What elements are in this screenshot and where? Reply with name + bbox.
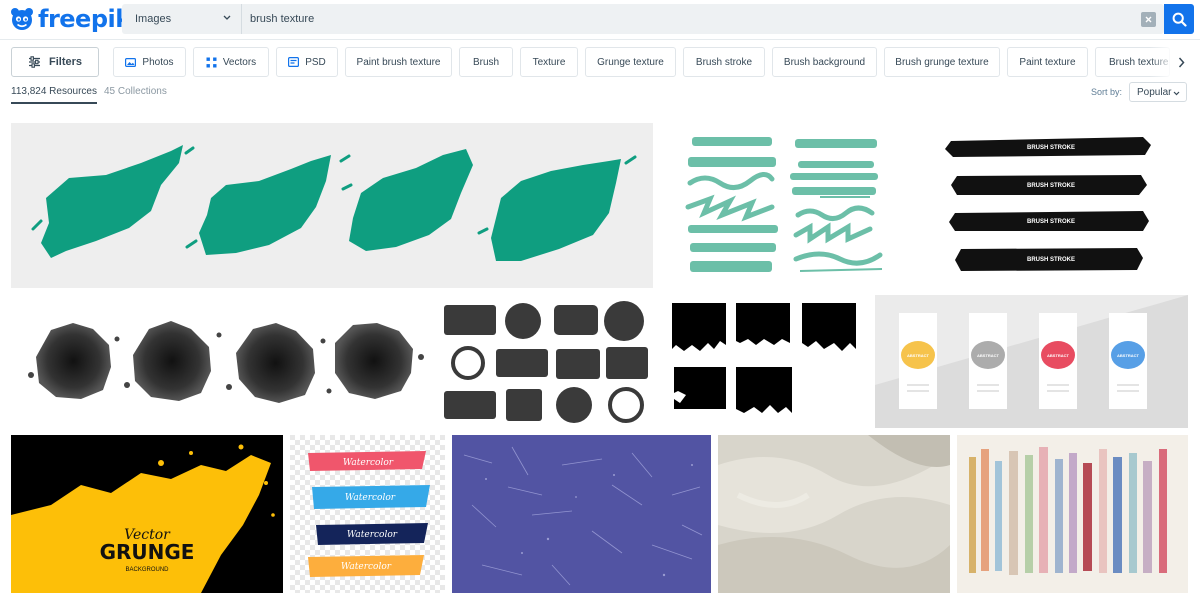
photo-icon [125, 57, 137, 67]
tab-resources[interactable]: 113,824 Resources [11, 86, 97, 104]
watercolor-label: Watercolor [347, 530, 398, 540]
result-black-brush-strokes[interactable]: BRUSH STROKE BRUSH STROKE BRUSH STROKE B… [913, 123, 1188, 288]
chip-label: PSD [305, 56, 326, 68]
torn-black-squares-image [672, 303, 856, 413]
freepik-logo-icon [11, 8, 33, 30]
abstract-label: ABSTRACT [1047, 353, 1070, 358]
chip-label: Brush [472, 56, 500, 68]
clear-search-button[interactable] [1141, 12, 1156, 27]
chip-label: Brush background [783, 56, 866, 68]
sort-value: Popular [1137, 86, 1172, 98]
chip-brush-background[interactable]: Brush background [772, 47, 877, 77]
chip-grunge-texture[interactable]: Grunge texture [585, 47, 676, 77]
chip-brush[interactable]: Brush [459, 47, 513, 77]
pastel-brush-strokes-image [969, 447, 1167, 575]
freepik-logo[interactable]: freepik [9, 4, 131, 34]
result-blue-scratched-texture[interactable] [452, 435, 711, 593]
teal-brush-strokes-image [31, 145, 637, 261]
chevron-right-icon [1178, 57, 1185, 67]
result-ink-splashes[interactable] [11, 295, 429, 428]
filters-button[interactable]: Filters [11, 47, 99, 77]
header: freepik Images [0, 0, 1200, 40]
result-grunge-shapes[interactable] [436, 295, 657, 428]
filters-label: Filters [48, 56, 82, 68]
chip-label: Brush stroke [695, 56, 753, 68]
chevron-down-icon [223, 15, 231, 20]
chip-label: Paint texture [1019, 56, 1076, 68]
chip-vectors[interactable]: Vectors [193, 47, 269, 77]
chip-label: Brush grunge texture [895, 56, 989, 68]
result-pastel-brush-strokes[interactable] [957, 435, 1188, 593]
abstract-banners-image: ABSTRACT ABSTRACT ABSTRACT ABSTRACT [875, 295, 1188, 428]
chip-brush-stroke[interactable]: Brush stroke [683, 47, 765, 77]
close-icon [1145, 16, 1152, 23]
chip-paint-texture[interactable]: Paint texture [1007, 47, 1088, 77]
result-watercolor-banners[interactable]: Watercolor Watercolor Watercolor Waterco… [290, 435, 445, 593]
mint-brush-set-image [685, 137, 883, 272]
chip-brush-grunge-texture[interactable]: Brush grunge texture [884, 47, 1000, 77]
logo-text: freepik [38, 5, 131, 33]
chips-fade [1150, 47, 1174, 77]
brush-stroke-label: BRUSH STROKE [1027, 219, 1075, 225]
result-beige-plaster-texture[interactable] [718, 435, 950, 593]
result-mint-brush-set[interactable] [660, 123, 906, 288]
chip-paint-brush-texture[interactable]: Paint brush texture [345, 47, 452, 77]
search-icon [1172, 12, 1187, 27]
chevron-down-icon [1173, 91, 1180, 96]
ink-splashes-image [28, 321, 424, 403]
search-button[interactable] [1164, 4, 1194, 34]
sort-label: Sort by: [1091, 87, 1123, 97]
watercolor-banners-image: Watercolor Watercolor Watercolor Waterco… [290, 435, 445, 593]
sliders-icon [28, 56, 40, 68]
grunge-shapes-image [444, 301, 648, 423]
grunge-background-label: BACKGROUND [125, 567, 169, 573]
grunge-title-label: GRUNGE [100, 540, 195, 564]
search-type-value: Images [135, 13, 172, 25]
result-vector-grunge-background[interactable]: Vector GRUNGE BACKGROUND [11, 435, 283, 593]
chip-label: Photos [142, 56, 174, 68]
black-brush-strokes-image: BRUSH STROKE BRUSH STROKE BRUSH STROKE B… [945, 137, 1151, 271]
result-abstract-watercolor-banners[interactable]: ABSTRACT ABSTRACT ABSTRACT ABSTRACT [875, 295, 1188, 428]
chip-label: Paint brush texture [356, 56, 441, 68]
results-bar: 113,824 Resources 45 Collections Sort by… [0, 82, 1200, 104]
search-input[interactable] [242, 4, 1122, 34]
watercolor-label: Watercolor [345, 493, 396, 503]
watercolor-label: Watercolor [341, 562, 392, 572]
filters-row: Filters Photos Vectors PSD Paint brush t… [0, 47, 1200, 77]
brush-stroke-label: BRUSH STROKE [1027, 257, 1075, 263]
beige-plaster-texture-image [718, 435, 950, 593]
abstract-label: ABSTRACT [977, 353, 1000, 358]
chip-photos[interactable]: Photos [113, 47, 186, 77]
tab-collections[interactable]: 45 Collections [104, 86, 167, 97]
result-torn-black-squares[interactable] [664, 295, 868, 428]
watercolor-label: Watercolor [343, 458, 394, 468]
search-bar: Images [122, 4, 1164, 34]
vector-icon [206, 57, 217, 67]
chip-psd[interactable]: PSD [276, 47, 338, 77]
abstract-label: ABSTRACT [1117, 353, 1140, 358]
chip-label: Grunge texture [597, 56, 664, 68]
psd-icon [288, 57, 300, 67]
abstract-label: ABSTRACT [907, 353, 930, 358]
chip-label: Texture [532, 56, 566, 68]
chips-next-button[interactable] [1174, 54, 1188, 70]
blue-scratched-texture-image [463, 446, 703, 586]
brush-stroke-label: BRUSH STROKE [1027, 145, 1075, 151]
brush-stroke-label: BRUSH STROKE [1027, 183, 1075, 189]
chip-label: Vectors [222, 56, 257, 68]
chip-texture[interactable]: Texture [520, 47, 578, 77]
result-teal-brush-strokes[interactable] [11, 123, 653, 288]
vector-grunge-image: Vector GRUNGE BACKGROUND [11, 444, 275, 593]
search-type-select[interactable]: Images [122, 4, 242, 34]
sort-select[interactable]: Popular [1129, 82, 1187, 102]
